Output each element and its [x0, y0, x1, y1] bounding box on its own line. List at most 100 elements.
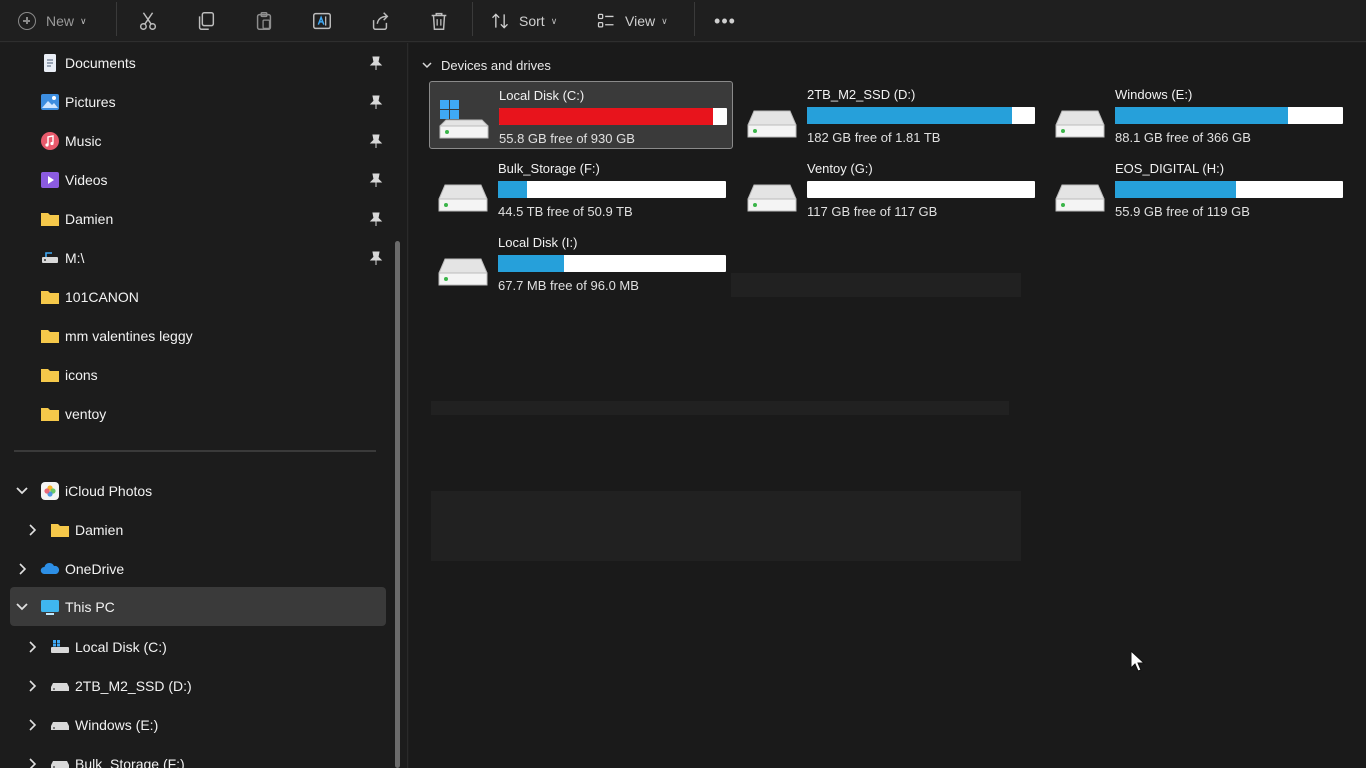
sidebar-item-documents[interactable]: Documents — [10, 45, 386, 81]
pin-icon[interactable] — [368, 250, 384, 266]
drive-usage-fill — [1115, 107, 1289, 124]
pictures-icon — [41, 94, 59, 110]
folder-icon — [41, 369, 59, 382]
sidebar-scrollbar[interactable] — [395, 241, 400, 768]
trash-icon — [431, 12, 447, 30]
chevron-down-icon[interactable] — [14, 599, 30, 615]
rename-button[interactable] — [306, 5, 338, 37]
sidebar-item-this-pc[interactable]: This PC — [10, 587, 386, 626]
onedrive-icon — [40, 562, 60, 574]
new-button-label: New — [46, 13, 75, 29]
drive-usage-bar — [498, 255, 726, 272]
background-artifact — [431, 491, 1021, 561]
sidebar-item-101canon[interactable]: 101CANON — [10, 279, 386, 315]
sidebar-divider — [14, 450, 376, 452]
hard-drive-icon — [1055, 184, 1105, 212]
share-icon — [372, 12, 389, 30]
icloud-photos-icon — [41, 482, 59, 500]
music-icon — [41, 132, 59, 150]
copy-button[interactable] — [190, 5, 222, 37]
drive-usage-bar — [807, 181, 1035, 198]
sidebar-item-onedrive[interactable]: OneDrive — [10, 551, 386, 587]
sidebar-item-2tb-m2-ssd-d[interactable]: 2TB_M2_SSD (D:) — [10, 668, 386, 704]
system-drive-icon — [439, 100, 489, 139]
chevron-right-icon[interactable] — [24, 678, 40, 694]
sidebar-item-ventoy[interactable]: ventoy — [10, 396, 386, 432]
chevron-down-icon: ∨ — [661, 15, 668, 26]
group-title: Devices and drives — [441, 57, 551, 73]
hard-drive-icon — [438, 184, 488, 212]
folder-icon — [41, 291, 59, 304]
pin-icon[interactable] — [368, 172, 384, 188]
pin-icon[interactable] — [368, 55, 384, 71]
drive-tile[interactable]: 2TB_M2_SSD (D:) 182 GB free of 1.81 TB — [738, 81, 1042, 149]
chevron-down-icon: ∨ — [550, 15, 558, 26]
sidebar-item-bulk-storage-f[interactable]: Bulk_Storage (F:) — [10, 746, 386, 768]
drive-name: EOS_DIGITAL (H:) — [1115, 161, 1225, 176]
pin-icon[interactable] — [368, 211, 384, 227]
drive-name: Bulk_Storage (F:) — [498, 161, 600, 176]
scissors-icon — [139, 12, 157, 30]
drive-name: Local Disk (C:) — [499, 88, 585, 103]
more-icon: ••• — [714, 10, 736, 31]
chevron-right-icon[interactable] — [14, 561, 30, 577]
paste-icon — [256, 12, 272, 30]
drive-tile[interactable]: Bulk_Storage (F:) 44.5 TB free of 50.9 TB — [429, 155, 733, 223]
chevron-right-icon[interactable] — [24, 756, 40, 768]
paste-button[interactable] — [248, 5, 280, 37]
pin-icon[interactable] — [368, 133, 384, 149]
drive-usage-bar — [1115, 181, 1343, 198]
background-artifact — [431, 401, 1009, 415]
drive-free-space: 44.5 TB free of 50.9 TB — [498, 204, 633, 219]
pin-icon[interactable] — [368, 94, 384, 110]
drive-usage-fill — [498, 181, 527, 198]
hard-drive-icon — [747, 110, 797, 138]
folder-icon — [41, 408, 59, 421]
chevron-down-icon[interactable] — [14, 483, 30, 499]
drive-free-space: 88.1 GB free of 366 GB — [1115, 130, 1251, 145]
drive-icon — [51, 683, 69, 691]
sidebar-item-damien[interactable]: Damien — [10, 201, 386, 237]
share-button[interactable] — [364, 5, 396, 37]
sidebar-item-music[interactable]: Music — [10, 123, 386, 159]
drive-tile[interactable]: Local Disk (I:) 67.7 MB free of 96.0 MB — [429, 229, 733, 297]
drive-tile[interactable]: Local Disk (C:) 55.8 GB free of 930 GB — [429, 81, 733, 149]
folder-icon — [41, 213, 59, 226]
chevron-right-icon[interactable] — [24, 639, 40, 655]
sidebar-item-icloud-photos[interactable]: iCloud Photos — [10, 473, 386, 509]
system-drive-icon — [51, 640, 69, 653]
cut-button[interactable] — [132, 5, 164, 37]
sidebar-item-icloud-damien[interactable]: Damien — [10, 512, 386, 548]
content-pane: Devices and drives Local Disk (C:) 55.8 G… — [409, 43, 1366, 768]
drive-tile[interactable]: EOS_DIGITAL (H:) 55.9 GB free of 119 GB — [1046, 155, 1350, 223]
drive-name: Ventoy (G:) — [807, 161, 873, 176]
sidebar-item-videos[interactable]: Videos — [10, 162, 386, 198]
drive-usage-fill — [499, 108, 714, 125]
sidebar-item-mm-valentines-leggy[interactable]: mm valentines leggy — [10, 318, 386, 354]
new-button[interactable]: New ∨ — [18, 5, 104, 37]
folder-icon — [41, 330, 59, 343]
chevron-down-icon: ∨ — [80, 15, 87, 26]
sidebar-item-m-drive[interactable]: M:\ — [10, 240, 386, 276]
drive-tile[interactable]: Ventoy (G:) 117 GB free of 117 GB — [738, 155, 1042, 223]
copy-icon — [198, 12, 215, 30]
folder-icon — [51, 524, 69, 537]
command-bar: New ∨ Sort ∨ View ∨ ••• — [0, 0, 1366, 42]
chevron-right-icon[interactable] — [24, 717, 40, 733]
more-options-button[interactable]: ••• — [708, 5, 742, 37]
drive-free-space: 182 GB free of 1.81 TB — [807, 130, 941, 145]
delete-button[interactable] — [423, 5, 455, 37]
sidebar-item-pictures[interactable]: Pictures — [10, 84, 386, 120]
drive-tile[interactable]: Windows (E:) 88.1 GB free of 366 GB — [1046, 81, 1350, 149]
drive-free-space: 55.8 GB free of 930 GB — [499, 131, 635, 146]
chevron-right-icon[interactable] — [24, 522, 40, 538]
sidebar-item-windows-e[interactable]: Windows (E:) — [10, 707, 386, 743]
sort-button[interactable]: Sort ∨ — [490, 5, 557, 37]
sidebar-item-icons[interactable]: icons — [10, 357, 386, 393]
hard-drive-icon — [438, 258, 488, 286]
devices-and-drives-header[interactable]: Devices and drives — [421, 56, 551, 74]
hard-drive-icon — [1055, 110, 1105, 138]
sidebar-item-local-disk-c[interactable]: Local Disk (C:) — [10, 629, 386, 665]
view-button[interactable]: View ∨ — [596, 5, 668, 37]
document-icon — [44, 54, 56, 72]
